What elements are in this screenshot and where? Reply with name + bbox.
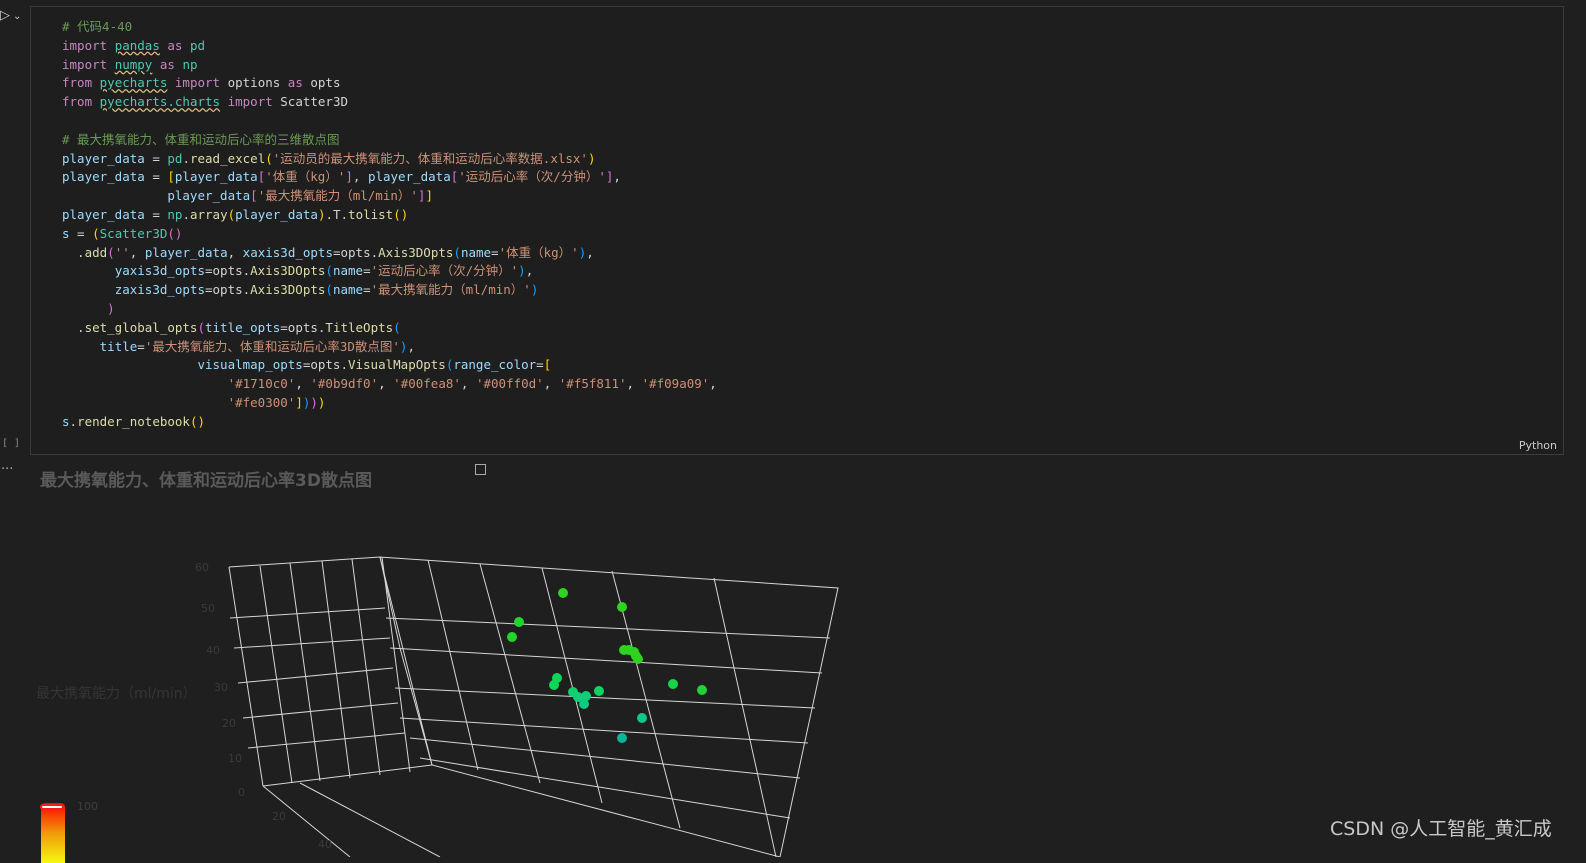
z-tick-label: 20 [222, 717, 236, 730]
play-icon[interactable]: ▷ [0, 8, 10, 23]
z-axis-ticks: 60 50 40 30 20 10 0 20 40 [195, 561, 332, 851]
scatter-point[interactable] [549, 680, 559, 690]
visual-map-max-label: 100 [77, 800, 98, 813]
z-tick-label: 50 [201, 602, 215, 615]
scatter-point[interactable] [617, 733, 627, 743]
execution-count: [ ] [2, 438, 21, 449]
z-tick-label: 30 [214, 681, 228, 694]
scatter-point[interactable] [579, 699, 589, 709]
x-tick-label: 20 [272, 810, 286, 823]
scatter-point[interactable] [514, 617, 524, 627]
scatter-point[interactable] [633, 654, 643, 664]
scatter-points [507, 588, 707, 743]
cell-output: 最大携氧能力、体重和运动后心率3D散点图 60 50 40 30 20 10 0… [0, 458, 1586, 863]
scatter-point[interactable] [697, 685, 707, 695]
z-tick-label: 10 [228, 752, 242, 765]
code-cell-editor[interactable]: # 代码4-40 import pandas as pd import nump… [30, 6, 1564, 455]
scatter3d-chart[interactable]: 60 50 40 30 20 10 0 20 40 最大携氧能力（ml/min） [0, 458, 1586, 857]
z-tick-label: 60 [195, 561, 209, 574]
run-cell-button[interactable]: ▷ ⌄ [0, 8, 21, 23]
chevron-down-icon[interactable]: ⌄ [13, 11, 21, 22]
scatter-point[interactable] [558, 588, 568, 598]
language-indicator[interactable]: Python [1519, 439, 1557, 452]
z-axis-label: 最大携氧能力（ml/min） [36, 686, 197, 702]
scatter-point[interactable] [594, 686, 604, 696]
chart-grid [228, 556, 839, 857]
watermark: CSDN @人工智能_黄汇成 [1330, 818, 1552, 840]
scatter-point[interactable] [617, 602, 627, 612]
x-tick-label: 40 [318, 838, 332, 851]
z-tick-label: 40 [206, 644, 220, 657]
z-tick-label: 0 [238, 786, 245, 799]
scatter-point[interactable] [668, 679, 678, 689]
visual-map-bar[interactable] [41, 803, 65, 863]
code-text[interactable]: # 代码4-40 import pandas as pd import nump… [62, 18, 717, 432]
visual-map-handle[interactable] [40, 804, 64, 810]
scatter-point[interactable] [637, 713, 647, 723]
scatter-point[interactable] [507, 632, 517, 642]
